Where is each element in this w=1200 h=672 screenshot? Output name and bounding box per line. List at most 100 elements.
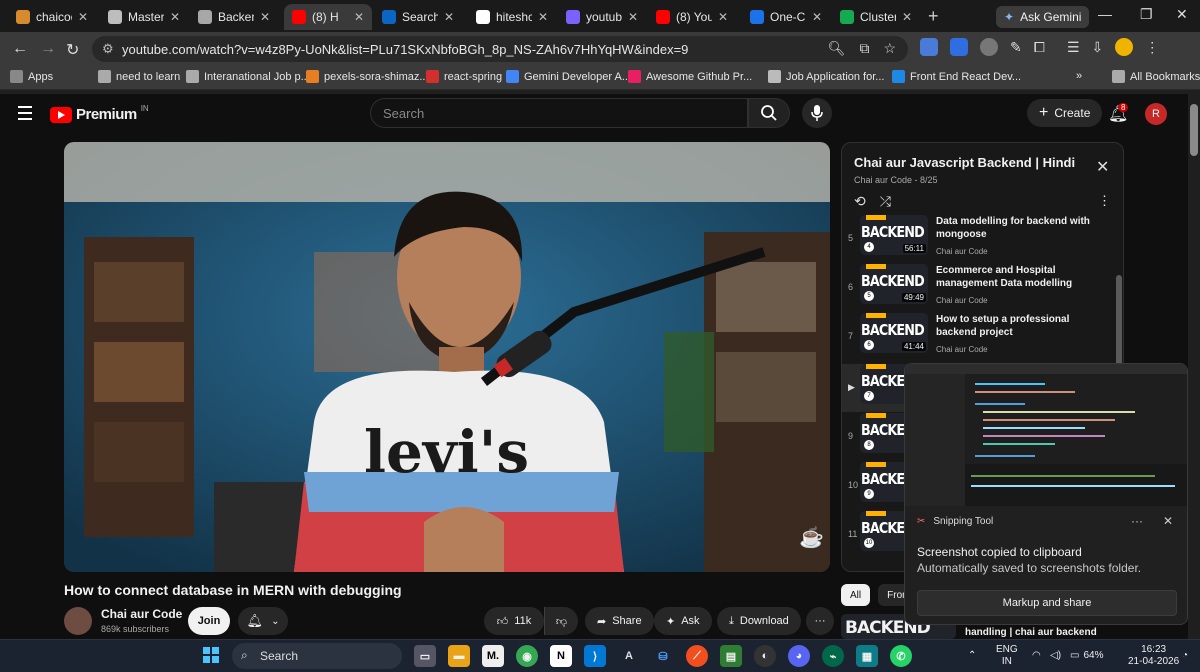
tab-close-icon[interactable]: ✕ — [444, 10, 454, 24]
url-field[interactable]: ⚙ youtube.com/watch?v=w4z8Py-UoNk&list=P… — [92, 36, 908, 62]
share-button[interactable]: ➦ Share — [585, 607, 654, 635]
loop-icon[interactable]: ⟲ — [854, 193, 866, 210]
tab-close-icon[interactable]: ✕ — [260, 10, 270, 24]
tab-close-icon[interactable]: ✕ — [812, 10, 822, 24]
profile-icon[interactable] — [1115, 38, 1134, 56]
all-bookmarks-button[interactable]: All Bookmarks — [1112, 70, 1200, 83]
terminal-icon[interactable]: ▤ — [720, 645, 742, 667]
tab-close-icon[interactable]: ✕ — [170, 10, 180, 24]
tab-5[interactable]: hiteshch ✕ — [468, 4, 556, 30]
zoom-icon[interactable]: 🔍︎ — [828, 40, 846, 57]
playlist-item[interactable]: 7 BACKEND 6 41:44 How to setup a professiona… — [842, 313, 1112, 361]
join-button[interactable]: Join — [188, 607, 230, 635]
forward-icon[interactable]: → — [40, 40, 56, 58]
battery-indicator[interactable]: ▭ 64% — [1070, 650, 1103, 662]
volume-icon[interactable]: ◁) — [1050, 650, 1061, 662]
tab-1[interactable]: MasterJi ✕ — [100, 4, 188, 30]
bookmark-item[interactable]: Awesome Github Pr... — [628, 70, 752, 83]
tab-close-icon[interactable]: ✕ — [902, 10, 912, 24]
tab-9[interactable]: Clusters ✕ — [832, 4, 920, 30]
bookmark-item[interactable]: Job Application for... — [768, 70, 884, 83]
windows-start-icon[interactable] — [203, 647, 219, 663]
channel-avatar[interactable] — [64, 607, 92, 635]
download-button[interactable]: ⤓ Download — [717, 607, 801, 635]
more-actions-button[interactable]: ··· — [806, 607, 834, 635]
tab-4[interactable]: Search | ✕ — [374, 4, 462, 30]
dislike-button[interactable]: 👎︎ — [544, 607, 578, 635]
tab-close-icon[interactable]: ✕ — [78, 10, 88, 24]
notion-icon[interactable]: N — [550, 645, 572, 667]
github-desktop-icon[interactable]: ◐ — [754, 645, 776, 667]
postman-icon[interactable]: ⟋ — [686, 645, 708, 667]
notification-center-icon[interactable]: ◔ — [1182, 650, 1188, 662]
menu-dots-icon[interactable]: ⋮ — [1145, 39, 1159, 56]
chrome-icon[interactable]: ◉ — [516, 645, 538, 667]
tab-3[interactable]: (8) H ✕ — [284, 4, 372, 30]
youtube-logo[interactable]: Premium IN — [50, 104, 149, 123]
tab-2[interactable]: Backend ✕ — [190, 4, 278, 30]
app-icon[interactable]: ▦ — [856, 645, 878, 667]
more-bookmarks-icon[interactable]: » — [1076, 70, 1082, 82]
tab-7[interactable]: (8) YouTu ✕ — [648, 4, 736, 30]
search-input[interactable]: Search — [370, 98, 748, 128]
task-view-icon[interactable]: ▭ — [414, 645, 436, 667]
notification-close-icon[interactable]: ✕ — [1163, 514, 1173, 528]
close-playlist-icon[interactable]: ✕ — [1096, 157, 1109, 177]
app-a-icon[interactable]: A — [618, 645, 640, 667]
playlist-item[interactable]: 5 BACKEND 4 56:11 Data modelling for backend… — [842, 215, 1112, 263]
playlist-item-thumbnail[interactable]: BACKEND 5 49:49 — [860, 264, 928, 304]
site-info-icon[interactable]: ⚙ — [102, 41, 114, 57]
bookmark-item[interactable]: Gemini Developer A... — [506, 70, 631, 83]
account-avatar[interactable]: R — [1145, 103, 1167, 125]
tab-close-icon[interactable]: ✕ — [628, 10, 638, 24]
extension-icon[interactable] — [980, 38, 998, 56]
bookmark-item[interactable]: pexels-sora-shimaz... — [306, 70, 429, 83]
shuffle-icon[interactable]: ⤮ — [880, 193, 891, 210]
cast-icon[interactable]: ⧉ — [859, 40, 869, 57]
tab-close-icon[interactable]: ✕ — [354, 10, 364, 24]
tab-0[interactable]: chaicode ✕ — [8, 4, 96, 30]
bookmark-item[interactable]: need to learn — [98, 70, 180, 83]
back-icon[interactable]: ← — [12, 40, 28, 58]
tab-close-icon[interactable]: ✕ — [718, 10, 728, 24]
extension-icon[interactable] — [920, 38, 938, 56]
taskbar-search[interactable]: ⌕ Search — [232, 643, 402, 669]
search-button[interactable] — [748, 98, 790, 128]
voice-search-button[interactable] — [802, 98, 832, 128]
minimize-icon[interactable]: — — [1098, 6, 1112, 22]
file-explorer-icon[interactable]: ▬ — [448, 645, 470, 667]
snipping-tool-notification[interactable]: ✂ Snipping Tool ··· ✕ Screenshot copied t… — [904, 363, 1188, 625]
bookmark-item[interactable]: Apps — [10, 70, 53, 83]
bookmark-item[interactable]: Front End React Dev... — [892, 70, 1021, 83]
language-indicator[interactable]: ENG IN — [996, 644, 1018, 668]
bookmark-item[interactable]: react-spring — [426, 70, 502, 83]
tab-8[interactable]: One-Clic ✕ — [742, 4, 830, 30]
vscode-icon[interactable]: ⟩ — [584, 645, 606, 667]
markup-and-share-button[interactable]: Markup and share — [917, 590, 1177, 616]
playlist-item-thumbnail[interactable]: BACKEND 6 41:44 — [860, 313, 928, 353]
clock[interactable]: 16:23 21-04-2026 — [1128, 644, 1179, 668]
playlist-title[interactable]: Chai aur Javascript Backend | Hindi — [854, 155, 1075, 170]
like-button[interactable]: 👍︎ 11k — [484, 607, 544, 635]
subscribed-notifications-button[interactable]: 🔔︎ ⌄ — [238, 607, 288, 635]
extension-icon[interactable] — [950, 38, 968, 56]
tab-6[interactable]: youtube ✕ — [558, 4, 646, 30]
page-scrollbar[interactable] — [1188, 94, 1200, 639]
playlist-item-thumbnail[interactable]: BACKEND 4 56:11 — [860, 215, 928, 255]
notification-more-icon[interactable]: ··· — [1131, 514, 1143, 528]
discord-icon[interactable]: ◕ — [788, 645, 810, 667]
ask-button[interactable]: ✦ Ask — [654, 607, 712, 635]
bookmark-star-icon[interactable]: ☆ — [883, 40, 896, 57]
channel-name[interactable]: Chai aur Code — [101, 607, 182, 621]
playlist-item[interactable]: 6 BACKEND 5 49:49 Ecommerce and Hospital man… — [842, 264, 1112, 312]
playlist-menu-icon[interactable]: ⋮ — [1098, 193, 1111, 209]
chip-all[interactable]: All — [841, 584, 871, 606]
wifi-icon[interactable]: ◠ — [1032, 650, 1041, 662]
video-player[interactable]: levi's ☕ — [64, 142, 830, 572]
mongodb-compass-icon[interactable]: ⌁ — [822, 645, 844, 667]
recommended-title[interactable]: handling | chai aur backend — [965, 627, 1097, 638]
chevron-up-icon[interactable]: ⌃ — [968, 650, 976, 662]
close-window-icon[interactable]: ✕ — [1176, 6, 1188, 23]
create-button[interactable]: + Create — [1027, 99, 1103, 127]
medium-icon[interactable]: M. — [482, 645, 504, 667]
